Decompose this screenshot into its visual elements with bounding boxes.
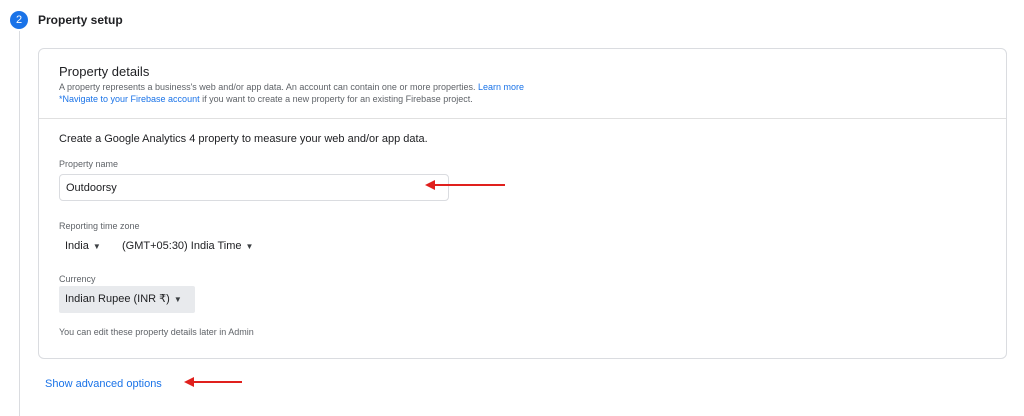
- step-number-badge: 2: [10, 11, 28, 29]
- red-arrow-annotation: [425, 180, 505, 190]
- caret-down-icon: ▼: [173, 295, 182, 304]
- currency-label: Currency: [59, 274, 96, 284]
- firebase-account-link[interactable]: *Navigate to your Firebase account: [59, 94, 200, 104]
- caret-down-icon: ▼: [92, 242, 101, 251]
- country-dropdown[interactable]: India ▼: [65, 240, 101, 252]
- card-header: Property details A property represents a…: [39, 49, 1006, 119]
- property-name-input[interactable]: [59, 174, 449, 201]
- currency-dropdown[interactable]: Indian Rupee (INR ₹) ▼: [59, 286, 195, 313]
- description-text: A property represents a business's web a…: [59, 82, 476, 92]
- card-description: A property represents a business's web a…: [59, 81, 524, 105]
- country-value: India: [65, 240, 89, 252]
- timezone-value: (GMT+05:30) India Time: [122, 240, 242, 252]
- caret-down-icon: ▼: [245, 242, 254, 251]
- show-advanced-options-link[interactable]: Show advanced options: [45, 378, 162, 390]
- learn-more-link[interactable]: Learn more: [478, 82, 524, 92]
- timezone-dropdown[interactable]: (GMT+05:30) India Time ▼: [122, 240, 253, 252]
- timezone-label: Reporting time zone: [59, 221, 140, 231]
- property-details-card: Property details A property represents a…: [38, 48, 1007, 359]
- step-connector-line: [19, 31, 20, 416]
- step-title: Property setup: [38, 13, 123, 27]
- red-arrow-annotation: [184, 377, 242, 387]
- firebase-text: if you want to create a new property for…: [199, 94, 473, 104]
- currency-value: Indian Rupee (INR ₹): [65, 293, 170, 305]
- property-name-label: Property name: [59, 159, 119, 169]
- form-intro-text: Create a Google Analytics 4 property to …: [59, 133, 428, 145]
- edit-later-note: You can edit these property details late…: [59, 327, 254, 337]
- card-title: Property details: [59, 64, 150, 79]
